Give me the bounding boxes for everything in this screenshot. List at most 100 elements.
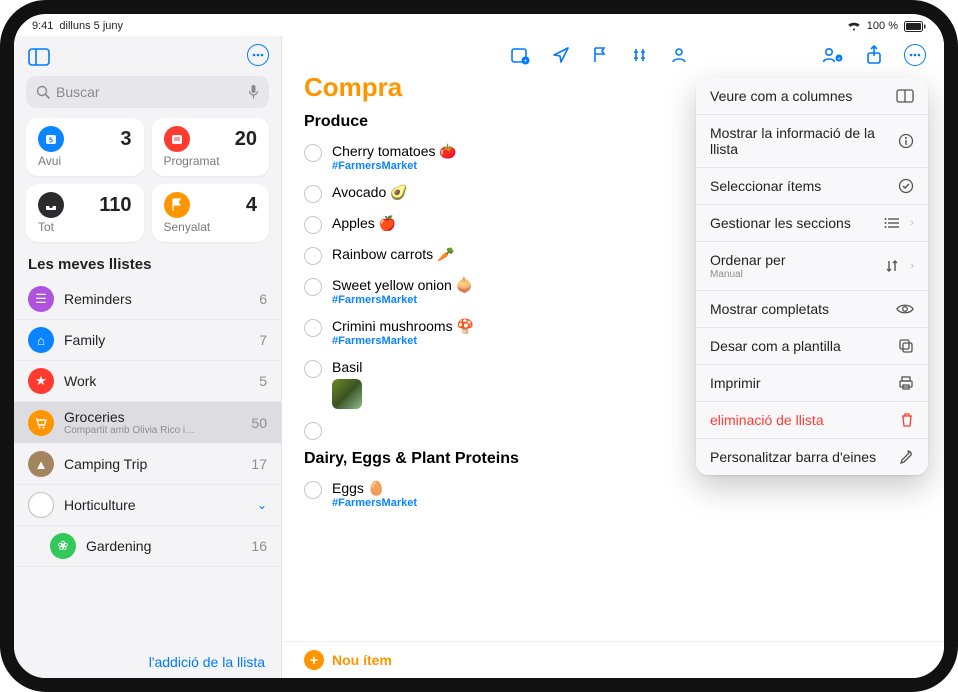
menu-item-sort[interactable]: Ordenar perManual › bbox=[696, 242, 928, 291]
add-list-button[interactable]: l'addició de la llista bbox=[149, 654, 265, 670]
inbox-icon bbox=[38, 192, 64, 218]
menu-item-print[interactable]: Imprimir bbox=[696, 365, 928, 402]
completion-ring[interactable] bbox=[304, 481, 322, 499]
info-icon bbox=[898, 133, 914, 149]
sidebar-item-groceries[interactable]: Groceries Compartit amb Olivia Rico i… 5… bbox=[14, 402, 281, 444]
sidebar-item-reminders[interactable]: ☰ Reminders 6 bbox=[14, 279, 281, 320]
menu-item-info[interactable]: Mostrar la informació de la llista bbox=[696, 115, 928, 168]
menu-item-label: eliminació de llista bbox=[710, 412, 824, 428]
status-date: dilluns 5 juny bbox=[59, 20, 123, 32]
toggle-sidebar-button[interactable] bbox=[26, 44, 52, 70]
tent-icon: ▲ bbox=[28, 451, 54, 477]
menu-item-template[interactable]: Desar com a plantilla bbox=[696, 328, 928, 365]
search-icon bbox=[36, 85, 50, 99]
collaborate-button[interactable]: + bbox=[822, 45, 844, 65]
flag-button[interactable] bbox=[592, 46, 608, 64]
item-tag[interactable]: #FarmersMarket bbox=[332, 335, 474, 347]
menu-item-trash[interactable]: eliminació de llista bbox=[696, 402, 928, 439]
sidebar: Buscar 5 3 Avui bbox=[14, 36, 282, 678]
completion-ring[interactable] bbox=[304, 216, 322, 234]
menu-item-label: Veure com a columnes bbox=[710, 88, 852, 104]
item-tag[interactable]: #FarmersMarket bbox=[332, 294, 473, 306]
tag-button[interactable] bbox=[630, 46, 648, 64]
completion-ring[interactable] bbox=[304, 185, 322, 203]
sidebar-item-camping[interactable]: ▲ Camping Trip 17 bbox=[14, 444, 281, 485]
menu-item-wrench[interactable]: Personalitzar barra d'eines bbox=[696, 439, 928, 475]
check-circle-icon bbox=[898, 178, 914, 194]
menu-item-label: Ordenar per bbox=[710, 252, 785, 268]
ipad-frame: 9:41 dilluns 5 juny 100 % ••• bbox=[0, 0, 958, 692]
item-title: Cherry tomatoes 🍅 bbox=[332, 143, 457, 160]
item-attachment-thumbnail[interactable] bbox=[332, 379, 362, 409]
sidebar-item-work[interactable]: ★ Work 5 bbox=[14, 361, 281, 402]
assign-person-button[interactable] bbox=[670, 46, 688, 64]
sidebar-item-horticulture[interactable]: ▢ Horticulture ⌄ bbox=[14, 485, 281, 526]
menu-item-check-circle[interactable]: Seleccionar ítems bbox=[696, 168, 928, 205]
calendar-badge-button[interactable]: + bbox=[510, 45, 530, 65]
completion-ring[interactable] bbox=[304, 144, 322, 162]
share-button[interactable] bbox=[866, 45, 882, 65]
menu-item-label: Mostrar completats bbox=[710, 301, 829, 317]
list-count: 16 bbox=[251, 538, 267, 554]
svg-text:5: 5 bbox=[49, 138, 53, 145]
scheduled-label: Programat bbox=[164, 154, 258, 168]
completion-ring[interactable] bbox=[304, 360, 322, 378]
chevron-down-icon[interactable]: ⌄ bbox=[257, 498, 267, 512]
reminder-item[interactable]: Eggs 🥚#FarmersMarket bbox=[298, 474, 930, 515]
sort-icon bbox=[884, 258, 900, 274]
battery-text: 100 % bbox=[867, 20, 898, 32]
chevron-right-icon: › bbox=[910, 217, 914, 229]
list-name: Family bbox=[64, 332, 105, 348]
all-label: Tot bbox=[38, 220, 132, 234]
flag-icon bbox=[164, 192, 190, 218]
menu-item-label: Seleccionar ítems bbox=[710, 178, 821, 194]
item-tag[interactable]: #FarmersMarket bbox=[332, 160, 457, 172]
folder-icon: ▢ bbox=[28, 492, 54, 518]
item-title: Basil bbox=[332, 359, 362, 375]
menu-item-columns[interactable]: Veure com a columnes bbox=[696, 78, 928, 115]
today-label: Avui bbox=[38, 154, 132, 168]
sidebar-more-button[interactable] bbox=[247, 44, 269, 66]
smartlist-all[interactable]: 110 Tot bbox=[26, 184, 144, 242]
list-name: Work bbox=[64, 373, 96, 389]
completion-ring[interactable] bbox=[304, 422, 322, 440]
menu-item-label: Desar com a plantilla bbox=[710, 338, 841, 354]
smartlist-flagged[interactable]: 4 Senyalat bbox=[152, 184, 270, 242]
menu-item-eye[interactable]: Mostrar completats bbox=[696, 291, 928, 328]
battery-icon bbox=[904, 21, 926, 32]
toolbar: + + bbox=[282, 36, 944, 70]
list-name: Reminders bbox=[64, 291, 132, 307]
list-name: Gardening bbox=[86, 538, 151, 554]
search-input[interactable]: Buscar bbox=[26, 76, 269, 108]
sidebar-item-gardening[interactable]: ❀ Gardening 16 bbox=[14, 526, 281, 567]
list-count: 6 bbox=[259, 291, 267, 307]
menu-item-label: Gestionar les seccions bbox=[710, 215, 851, 231]
list-name: Groceries bbox=[64, 409, 195, 425]
completion-ring[interactable] bbox=[304, 319, 322, 337]
item-tag[interactable]: #FarmersMarket bbox=[332, 497, 417, 509]
completion-ring[interactable] bbox=[304, 278, 322, 296]
item-title: Crimini mushrooms 🍄 bbox=[332, 318, 474, 335]
completion-ring[interactable] bbox=[304, 247, 322, 265]
dictate-icon[interactable] bbox=[248, 84, 259, 100]
sidebar-item-family[interactable]: ⌂ Family 7 bbox=[14, 320, 281, 361]
trash-icon bbox=[900, 412, 914, 428]
all-count: 110 bbox=[99, 194, 131, 217]
chevron-right-icon: › bbox=[910, 260, 914, 272]
menu-item-sub: Manual bbox=[710, 269, 785, 280]
calendar-today-icon: 5 bbox=[38, 126, 64, 152]
new-item-button[interactable]: + Nou ítem bbox=[282, 641, 944, 678]
menu-item-list[interactable]: Gestionar les seccions › bbox=[696, 205, 928, 242]
plus-icon: + bbox=[304, 650, 324, 670]
wifi-icon bbox=[847, 21, 861, 31]
today-count: 3 bbox=[120, 128, 131, 151]
smartlist-scheduled[interactable]: 20 Programat bbox=[152, 118, 270, 176]
print-icon bbox=[898, 375, 914, 391]
location-button[interactable] bbox=[552, 46, 570, 64]
list-more-button[interactable] bbox=[904, 44, 926, 66]
list-count: 7 bbox=[259, 332, 267, 348]
status-time: 9:41 bbox=[32, 20, 53, 32]
smartlist-today[interactable]: 5 3 Avui bbox=[26, 118, 144, 176]
wrench-icon bbox=[898, 449, 914, 465]
my-lists-header: Les meves llistes bbox=[14, 252, 281, 279]
